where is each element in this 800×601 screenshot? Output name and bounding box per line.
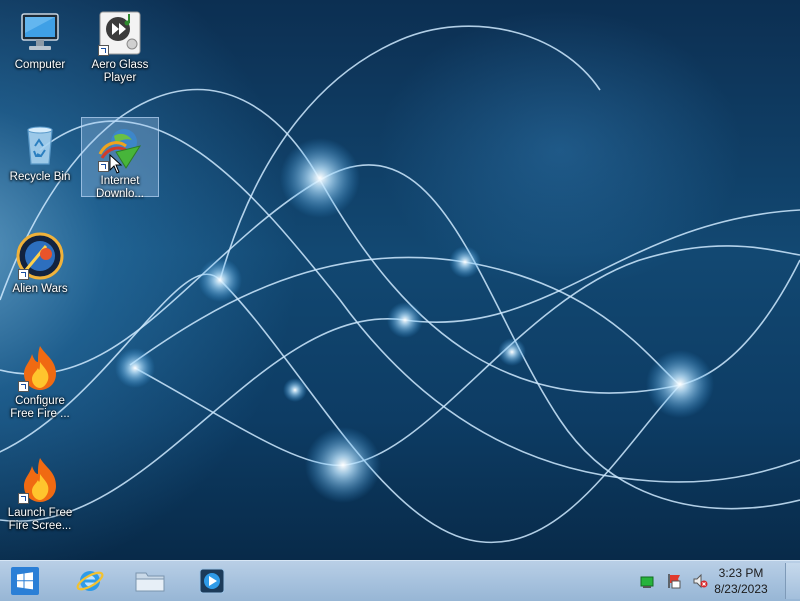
recycle-bin-icon <box>16 120 64 168</box>
desktop-icon-computer[interactable]: Computer <box>2 2 78 78</box>
desktop-icon-aero-glass-player[interactable]: Aero Glass Player <box>82 2 158 88</box>
taskbar-internet-explorer[interactable] <box>64 563 116 599</box>
clock-date: 8/23/2023 <box>714 582 768 596</box>
desktop-icon-label: Launch Free Fire Scree... <box>7 507 73 532</box>
notification-area <box>640 561 708 601</box>
clock[interactable]: 3:23 PM 8/23/2023 <box>706 565 776 597</box>
desktop-icon-label: Alien Wars <box>12 283 68 295</box>
taskbar: 3:23 PM 8/23/2023 <box>0 560 800 601</box>
shortcut-arrow-icon <box>18 381 29 392</box>
taskbar-media-player[interactable] <box>186 563 238 599</box>
folder-icon <box>135 572 165 592</box>
desktop-icon-configure-free-fire[interactable]: Configure Free Fire ... <box>2 338 78 424</box>
start-button[interactable] <box>4 563 46 599</box>
media-player-icon <box>96 8 144 56</box>
computer-icon <box>16 8 64 56</box>
shortcut-arrow-icon <box>18 493 29 504</box>
action-center-flag-icon[interactable] <box>666 573 682 589</box>
show-desktop-button[interactable] <box>785 563 800 599</box>
desktop-icon-recycle-bin[interactable]: Recycle Bin <box>2 114 78 190</box>
shortcut-arrow-icon <box>98 161 109 172</box>
desktop-icon-label: Computer <box>14 59 66 71</box>
network-icon[interactable] <box>640 573 656 589</box>
media-player-icon <box>199 568 225 594</box>
flame-icon <box>16 456 64 504</box>
flame-icon <box>16 344 64 392</box>
clock-time: 3:23 PM <box>718 566 764 580</box>
desktop-icon-label: Configure Free Fire ... <box>10 395 70 420</box>
shortcut-arrow-icon <box>98 45 109 56</box>
alien-wars-icon <box>16 232 64 280</box>
taskbar-file-explorer[interactable] <box>124 563 176 599</box>
windows-logo-icon <box>11 567 39 595</box>
internet-explorer-icon <box>76 571 104 591</box>
desktop-icon-label: Internet Downlo... <box>96 175 144 200</box>
desktop-icon-launch-free-fire-screensaver[interactable]: Launch Free Fire Scree... <box>2 450 78 536</box>
mouse-cursor-icon <box>109 154 123 174</box>
desktop-icon-label: Aero Glass Player <box>91 59 149 84</box>
shortcut-arrow-icon <box>18 269 29 280</box>
desktop-icon-label: Recycle Bin <box>9 171 71 183</box>
desktop-icon-alien-wars[interactable]: Alien Wars <box>2 226 78 302</box>
desktop-background[interactable]: Computer Aero Glass Player Recycle Bin I… <box>0 0 800 560</box>
